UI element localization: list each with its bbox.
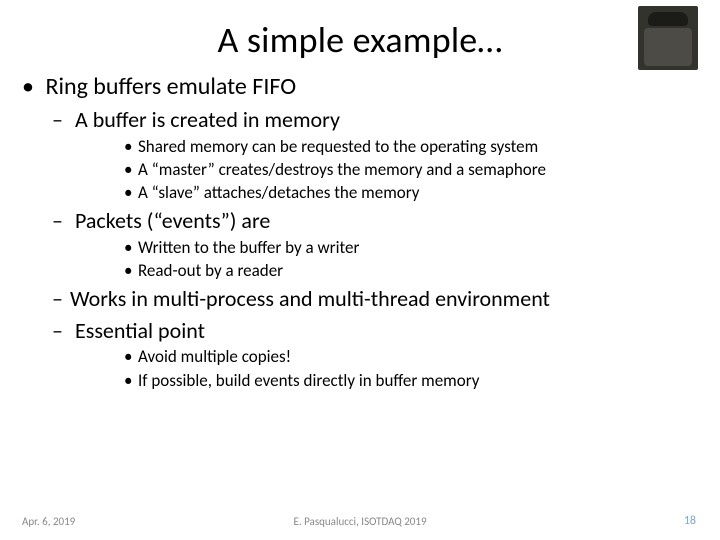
list-item: A “slave” attaches/detaches the memory xyxy=(124,182,720,203)
list-item-text: Works in multi-process and multi-thread … xyxy=(70,285,550,312)
list-item: Packets (“events”) are Written to the bu… xyxy=(52,207,720,281)
slide-body: Ring buffers emulate FIFO A buffer is cr… xyxy=(0,72,720,391)
list-item: Works in multi-process and multi-thread … xyxy=(52,285,720,313)
bullet-list-level1: Ring buffers emulate FIFO A buffer is cr… xyxy=(22,72,720,391)
list-item-text: Ring buffers emulate FIFO xyxy=(45,72,296,101)
list-item: A buffer is created in memory Shared mem… xyxy=(52,106,720,203)
list-item-text: A “slave” attaches/detaches the memory xyxy=(138,182,419,203)
list-item-text: Avoid multiple copies! xyxy=(138,346,291,367)
bullet-list-level2: A buffer is created in memory Shared mem… xyxy=(22,106,720,391)
list-item-text: A “master” creates/destroys the memory a… xyxy=(138,159,546,180)
bullet-list-level3: Shared memory can be requested to the op… xyxy=(52,136,720,204)
bullet-list-level3: Avoid multiple copies! If possible, buil… xyxy=(52,346,720,391)
list-item-text: Written to the buffer by a writer xyxy=(138,237,359,258)
slide: A simple example… Ring buffers emulate F… xyxy=(0,0,720,540)
footer-page-number: 18 xyxy=(684,514,696,528)
list-item-text: If possible, build events directly in bu… xyxy=(138,370,479,391)
list-item: If possible, build events directly in bu… xyxy=(124,370,720,391)
slide-title: A simple example… xyxy=(0,0,720,72)
list-item-text: Read-out by a reader xyxy=(138,260,283,281)
list-item-text: Packets (“events”) are xyxy=(75,207,270,234)
list-item: A “master” creates/destroys the memory a… xyxy=(124,159,720,180)
list-item: Shared memory can be requested to the op… xyxy=(124,136,720,157)
list-item-text: Shared memory can be requested to the op… xyxy=(138,136,538,157)
list-item: Written to the buffer by a writer xyxy=(124,237,720,258)
list-item: Avoid multiple copies! xyxy=(124,346,720,367)
footer-center: E. Pasqualucci, ISOTDAQ 2019 xyxy=(0,515,720,528)
list-item-text: A buffer is created in memory xyxy=(75,106,340,133)
list-item: Read-out by a reader xyxy=(124,260,720,281)
list-item: Ring buffers emulate FIFO A buffer is cr… xyxy=(22,72,720,391)
list-item: Essential point Avoid multiple copies! I… xyxy=(52,317,720,391)
list-item-text: Essential point xyxy=(75,317,205,344)
bullet-list-level3: Written to the buffer by a writer Read-o… xyxy=(52,237,720,282)
rosetta-stone-icon xyxy=(638,6,698,70)
